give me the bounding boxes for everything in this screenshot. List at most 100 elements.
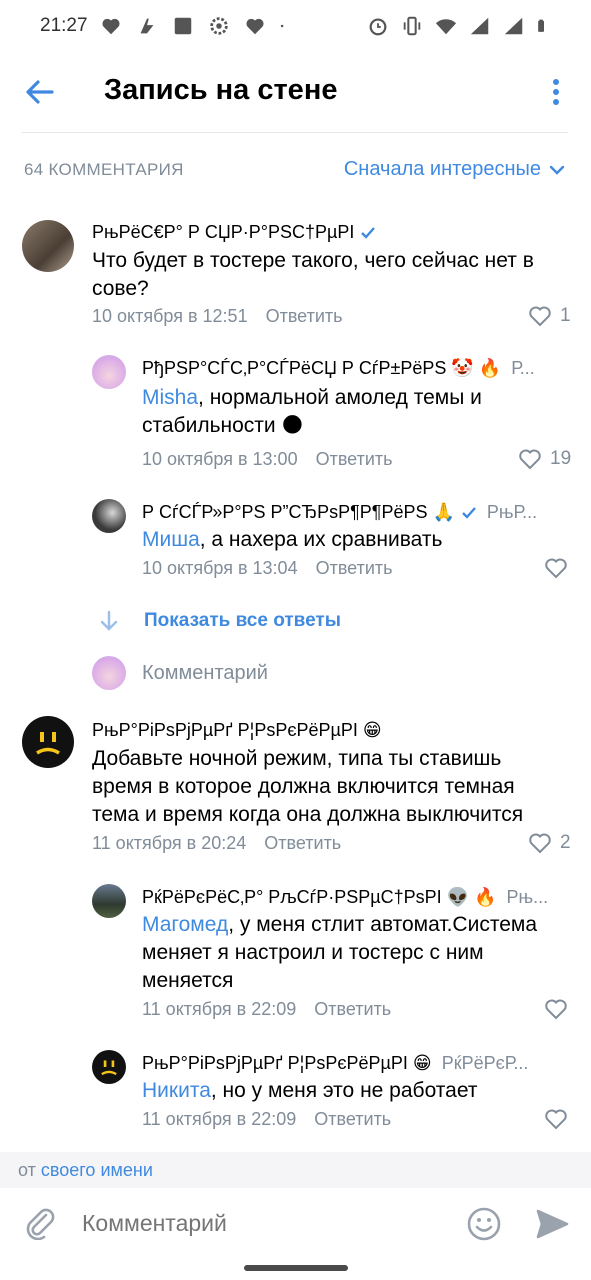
mention-link[interactable]: Магомед [142, 913, 228, 936]
paperclip-icon[interactable] [24, 1206, 56, 1240]
like-button[interactable] [544, 557, 568, 579]
author-name: РќРёРєРёС‚Р° РљСѓР·РЅРµС†РѕРІ 👽 🔥 [142, 887, 497, 907]
comments-count: 64 КОММЕНТАРИЯ [24, 160, 184, 179]
author-name: РњРёС€Р° Р СЏР·Р°РЅС†РµРІ [92, 222, 355, 242]
heart-outline-icon [529, 833, 551, 854]
comment-author[interactable]: РњР°РіРѕРјРµРґ Р¦РѕРєРёРµРІ 😁 РќРёРєР... [142, 1053, 562, 1074]
heart-outline-icon [545, 558, 567, 579]
reply-button[interactable]: Ответить [266, 306, 343, 327]
author-name: РњР°РіРѕРјРµРґ Р¦РѕРєРёРµРІ 😁 [92, 720, 382, 740]
app-notification-icon [140, 18, 153, 34]
comment-meta: 10 октября в 12:51 Ответить [92, 306, 343, 327]
back-arrow-icon[interactable] [22, 74, 58, 110]
sort-label: Сначала интересные [343, 158, 541, 180]
like-count: 19 [550, 448, 572, 469]
mention-link[interactable]: Никита [142, 1079, 211, 1102]
comment-meta: 11 октября в 22:09 Ответить [142, 999, 391, 1020]
comment-date: 11 октября в 20:24 [92, 833, 247, 853]
page-title: Запись на стене [104, 74, 338, 106]
comment-date: 11 октября в 22:09 [142, 1109, 297, 1129]
reply-button[interactable]: Ответить [314, 1109, 391, 1130]
comment-input[interactable] [82, 1210, 442, 1237]
reply-button[interactable]: Ответить [316, 449, 393, 470]
comment-author[interactable]: Р СѓСЃР»Р°РЅ Р”СЂРѕР¶Р¶РёРЅ 🙏 РњР... [142, 502, 562, 523]
comment-body: , но у меня это не работает [210, 1079, 478, 1102]
comment-author[interactable]: РњРёС€Р° Р СЏР·Р°РЅС†РµРІ [92, 222, 376, 243]
comment-text: Misha, нормальной амолед темы и стабильн… [142, 384, 562, 440]
heart-outline-icon [545, 1109, 567, 1130]
comment-text: Магомед, у меня стлит автомат.Система ме… [142, 911, 567, 995]
comment-date: 11 октября в 22:09 [142, 999, 297, 1019]
avatar[interactable] [92, 355, 126, 389]
avatar[interactable] [22, 220, 74, 272]
square-notification-icon [174, 17, 191, 35]
arrow-down-icon [100, 610, 118, 631]
wifi-icon [435, 19, 457, 35]
emoji-icon[interactable] [466, 1206, 502, 1242]
comment-author[interactable]: РќРёРєРёС‚Р° РљСѓР·РЅРµС†РѕРІ 👽 🔥 Рњ... [142, 887, 562, 908]
heart-outline-icon [519, 449, 541, 470]
battery-icon [538, 19, 544, 32]
like-button[interactable] [544, 1108, 568, 1130]
avatar[interactable] [92, 1050, 126, 1084]
avatar[interactable] [22, 716, 74, 768]
comment-text: Что будет в тостере такого, чего сейчас … [92, 249, 534, 300]
comment-text: Миша, а нахера их сравнивать [142, 526, 562, 554]
comment-composer [0, 1188, 591, 1258]
like-button[interactable] [544, 998, 568, 1020]
more-options-icon[interactable] [545, 74, 567, 110]
status-time: 21:27 [40, 15, 88, 36]
like-count: 2 [560, 832, 571, 853]
status-bar: 21:27 [0, 0, 591, 52]
comments-header: 64 КОММЕНТАРИЯ Сначала интересные [0, 150, 591, 190]
gear-notification-icon [209, 17, 228, 35]
from-prefix: от [18, 1160, 41, 1180]
author-extra: РњР... [486, 502, 538, 522]
comment-date: 10 октября в 13:04 [142, 558, 298, 578]
comment-meta: 11 октября в 22:09 Ответить [142, 1109, 391, 1130]
home-indicator[interactable] [244, 1265, 348, 1271]
avatar[interactable] [92, 884, 126, 918]
heart-outline-icon [529, 306, 551, 327]
sort-selector[interactable]: Сначала интересные [344, 158, 565, 181]
verified-icon [361, 226, 376, 239]
comment-meta: 10 октября в 13:00 Ответить [142, 449, 393, 470]
like-button[interactable]: 1 [528, 305, 571, 327]
like-count: 1 [560, 305, 571, 326]
comment-date: 10 октября в 13:00 [142, 449, 298, 469]
verified-icon [462, 506, 476, 519]
comment-body: , а нахера их сравнивать [199, 528, 443, 551]
post-as-selector[interactable]: своего имени [41, 1160, 153, 1180]
alarm-icon [369, 18, 387, 36]
like-button[interactable]: 19 [518, 448, 571, 470]
dot-icon [280, 24, 283, 28]
sad-face-icon [101, 1060, 117, 1076]
heart-outline-icon [545, 999, 567, 1020]
heart-icon [246, 18, 264, 35]
comment-author[interactable]: РђРЅР°СЃС‚Р°СЃРёСЏ Р СѓР±РёРЅ 🤡 🔥 Р... [142, 358, 552, 379]
reply-button[interactable]: Ответить [316, 558, 393, 579]
author-name: РњР°РіРѕРјРµРґ Р¦РѕРєРёРµРІ 😁 [142, 1053, 432, 1073]
reply-comment-field[interactable]: Комментарий [92, 656, 268, 690]
comment-meta: 10 октября в 13:04 Ответить [142, 558, 393, 579]
heart-icon [102, 18, 120, 35]
reply-placeholder: Комментарий [142, 661, 268, 684]
chevron-down-icon [549, 165, 565, 175]
comment-author[interactable]: РњР°РіРѕРјРµРґ Р¦РѕРєРёРµРІ 😁 [92, 720, 382, 741]
sad-face-icon [36, 732, 60, 755]
app-header: Запись на стене [0, 60, 591, 128]
author-extra: Р... [511, 358, 535, 378]
comment-date: 10 октября в 12:51 [92, 306, 248, 326]
reply-button[interactable]: Ответить [264, 833, 341, 854]
avatar [92, 656, 126, 690]
mention-link[interactable]: Миша [142, 528, 200, 551]
author-name: Р СѓСЃР»Р°РЅ Р”СЂРѕР¶Р¶РёРЅ 🙏 [142, 502, 455, 522]
show-all-replies-button[interactable]: Показать все ответы [100, 610, 341, 632]
reply-button[interactable]: Ответить [314, 999, 391, 1020]
mention-link[interactable]: Misha [142, 386, 198, 409]
author-extra: Рњ... [506, 887, 549, 907]
signal-icon [504, 17, 523, 35]
avatar[interactable] [92, 499, 126, 533]
send-icon[interactable] [534, 1206, 570, 1242]
like-button[interactable]: 2 [528, 832, 571, 854]
